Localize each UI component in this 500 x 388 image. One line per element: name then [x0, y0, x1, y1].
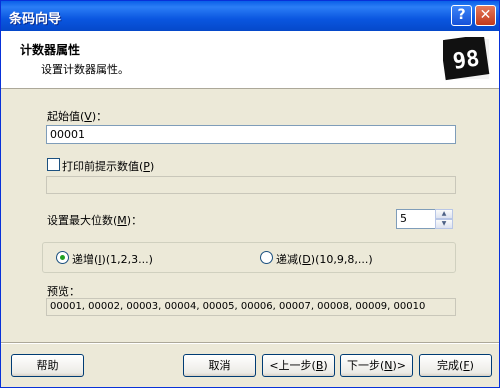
barcode-wizard-window: 条码向导 ? ✕ 计数器属性 设置计数器属性。 98 起始值(V)： 00001…: [0, 0, 500, 388]
help-icon[interactable]: ?: [451, 5, 472, 26]
preview-label: 预览：: [47, 285, 80, 298]
max-digits-input[interactable]: 5: [396, 209, 436, 229]
cancel-button[interactable]: 取消: [183, 354, 256, 377]
prompt-checkbox[interactable]: [47, 158, 60, 171]
logo-digits: 98: [451, 46, 481, 74]
next-button[interactable]: 下一步(N)>: [340, 354, 413, 377]
wizard-header: 计数器属性 设置计数器属性。: [1, 31, 499, 89]
counter-logo-icon: 98: [443, 37, 490, 81]
help-button[interactable]: 帮助: [11, 354, 84, 377]
start-value-input[interactable]: 00001: [46, 125, 456, 144]
preview-field: 00001, 00002, 00003, 00004, 00005, 00006…: [46, 298, 456, 316]
footer-divider: [1, 342, 499, 344]
increment-label[interactable]: 递增(I)(1,2,3...): [72, 251, 153, 267]
page-subtitle: 设置计数器属性。: [41, 63, 129, 76]
finish-button[interactable]: 完成(F): [419, 354, 492, 377]
spin-up-icon[interactable]: ▲: [435, 209, 453, 219]
page-title: 计数器属性: [20, 43, 81, 57]
prompt-checkbox-label[interactable]: 打印前提示数值(P): [62, 158, 154, 174]
prompt-value-field: [46, 176, 456, 194]
radio-selected-dot: [60, 255, 65, 260]
decrement-radio[interactable]: [260, 251, 273, 264]
start-value-label: 起始值(V)：: [47, 110, 108, 123]
back-button[interactable]: <上一步(B): [262, 354, 335, 377]
max-digits-label: 设置最大位数(M)：: [47, 214, 143, 227]
spin-down-icon[interactable]: ▼: [435, 219, 453, 229]
window-title: 条码向导: [9, 12, 62, 27]
close-icon[interactable]: ✕: [475, 5, 496, 26]
title-bar[interactable]: 条码向导 ? ✕: [1, 1, 499, 31]
increment-radio[interactable]: [56, 251, 69, 264]
decrement-label[interactable]: 递减(D)(10,9,8,...): [276, 251, 373, 267]
max-digits-spinner[interactable]: ▲ ▼: [435, 209, 453, 229]
